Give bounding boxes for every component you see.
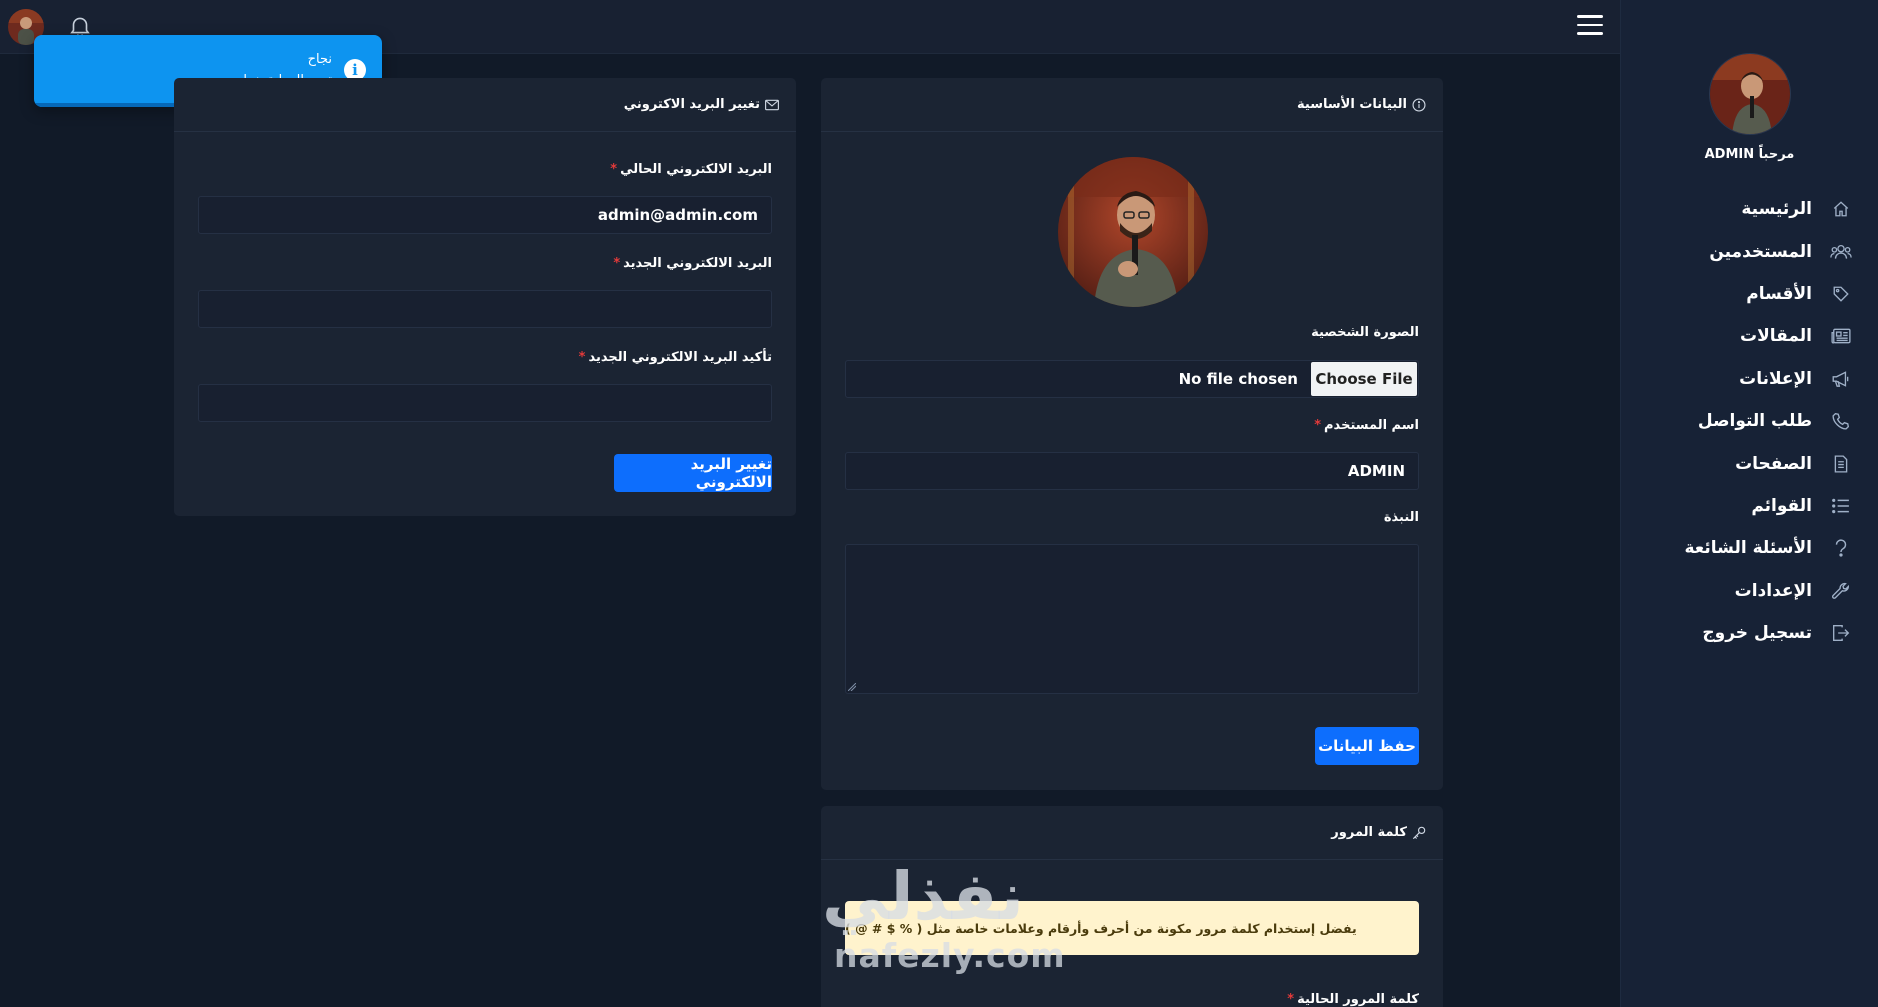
- email-card-title: تغيير البريد الاكتروني: [623, 97, 760, 112]
- sidebar-item-contact[interactable]: طلب التواصل: [1621, 400, 1878, 442]
- home-icon: [1830, 198, 1852, 220]
- key-icon: [1412, 825, 1427, 840]
- sidebar-item-articles[interactable]: المقالات: [1621, 315, 1878, 357]
- sidebar-item-ads[interactable]: الإعلانات: [1621, 358, 1878, 400]
- choose-file-button[interactable]: Choose File: [1311, 362, 1417, 396]
- confirm-email-label-text: تأكيد البريد الالكتروني الجديد: [588, 350, 772, 365]
- username-label-text: اسم المستخدم: [1324, 418, 1419, 433]
- bio-label: النبذة: [1383, 510, 1419, 525]
- sidebar-profile: مرحباً ADMIN: [1621, 0, 1878, 162]
- sidebar-item-pages[interactable]: الصفحات: [1621, 442, 1878, 484]
- photo-label: الصورة الشخصية: [1311, 325, 1419, 340]
- hamburger-menu-icon[interactable]: [1577, 15, 1603, 39]
- password-card: كلمة المرور يفضل إستخدام كلمة مرور مكونة…: [821, 806, 1443, 1007]
- new-email-field[interactable]: [198, 290, 772, 328]
- sidebar-item-label: الصفحات: [1735, 453, 1812, 474]
- current-email-label: البريد الالكتروني الحالي*: [610, 162, 772, 177]
- current-password-label-text: كلمة المرور الحالية: [1297, 992, 1419, 1007]
- sidebar-item-label: المقالات: [1740, 326, 1812, 347]
- sidebar-item-label: الأسئلة الشائعة: [1684, 538, 1813, 559]
- required-mark: *: [578, 350, 586, 365]
- sidebar-nav: الرئيسية المستخدمين الأقسام المقالات الإ…: [1621, 188, 1878, 654]
- menu-bar: [1577, 15, 1603, 18]
- resize-handle-icon[interactable]: [848, 683, 856, 691]
- newspaper-icon: [1830, 325, 1852, 347]
- username-field[interactable]: ADMIN: [845, 452, 1419, 490]
- password-card-header: كلمة المرور: [821, 806, 1443, 860]
- logout-icon: [1830, 622, 1852, 644]
- save-data-button[interactable]: حفظ البيانات: [1315, 727, 1419, 765]
- list-icon: [1830, 495, 1852, 517]
- sidebar-avatar[interactable]: [1708, 53, 1791, 135]
- sidebar-item-label: الرئيسية: [1741, 199, 1812, 220]
- username-label: اسم المستخدم*: [1314, 418, 1419, 433]
- file-status-text: No file chosen: [1178, 370, 1298, 388]
- sidebar-item-categories[interactable]: الأقسام: [1621, 273, 1878, 315]
- required-mark: *: [613, 256, 621, 271]
- basic-info-card: البيانات الأساسية الصورة الشخصية Choose …: [821, 78, 1443, 790]
- sidebar-item-label: الإعدادات: [1734, 580, 1812, 601]
- sidebar: مرحباً ADMIN الرئيسية المستخدمين الأقسام…: [1620, 0, 1878, 1007]
- sidebar-item-home[interactable]: الرئيسية: [1621, 188, 1878, 230]
- megaphone-icon: [1830, 368, 1852, 390]
- current-email-field[interactable]: admin@admin.com: [198, 196, 772, 234]
- question-icon: [1830, 537, 1852, 559]
- wrench-icon: [1830, 580, 1852, 602]
- profile-photo-preview: [1058, 157, 1208, 307]
- confirm-email-label: تأكيد البريد الالكتروني الجديد*: [579, 350, 772, 365]
- toast-title: نجاح: [307, 52, 332, 67]
- tag-icon: [1830, 283, 1852, 305]
- photo-file-input[interactable]: Choose File No file chosen: [845, 360, 1419, 398]
- sidebar-item-settings[interactable]: الإعدادات: [1621, 570, 1878, 612]
- required-mark: *: [1314, 418, 1322, 433]
- sidebar-item-users[interactable]: المستخدمين: [1621, 230, 1878, 272]
- basic-info-title: البيانات الأساسية: [1297, 97, 1407, 112]
- sidebar-item-label: القوائم: [1751, 495, 1812, 516]
- new-email-label-text: البريد الالكتروني الجديد: [623, 256, 772, 271]
- welcome-text: مرحباً ADMIN: [1704, 147, 1795, 162]
- confirm-email-field[interactable]: [198, 384, 772, 422]
- password-hint-alert: يفضل إستخدام كلمة مرور مكونة من أحرف وأر…: [845, 901, 1419, 955]
- email-card-header: تغيير البريد الاكتروني: [174, 78, 796, 132]
- menu-bar: [1577, 32, 1603, 35]
- sidebar-item-menus[interactable]: القوائم: [1621, 485, 1878, 527]
- email-change-card: تغيير البريد الاكتروني البريد الالكتروني…: [174, 78, 796, 516]
- sidebar-item-logout[interactable]: تسجيل خروج: [1621, 612, 1878, 654]
- sidebar-item-label: طلب التواصل: [1697, 411, 1812, 432]
- sidebar-item-label: المستخدمين: [1709, 241, 1812, 262]
- change-email-button[interactable]: تغيير البريد الالكتروني: [614, 454, 772, 492]
- sidebar-item-faq[interactable]: الأسئلة الشائعة: [1621, 527, 1878, 569]
- password-card-title: كلمة المرور: [1331, 825, 1407, 840]
- bio-textarea[interactable]: [845, 544, 1419, 694]
- current-email-label-text: البريد الالكتروني الحالي: [620, 162, 772, 177]
- users-icon: [1830, 241, 1852, 263]
- required-mark: *: [610, 162, 618, 177]
- current-password-label: كلمة المرور الحالية*: [1287, 992, 1419, 1007]
- sidebar-item-label: الإعلانات: [1739, 368, 1812, 389]
- basic-info-header: البيانات الأساسية: [821, 78, 1443, 132]
- info-circle-icon: [1412, 97, 1427, 112]
- page-icon: [1830, 453, 1852, 475]
- phone-icon: [1830, 410, 1852, 432]
- menu-bar: [1577, 23, 1603, 26]
- required-mark: *: [1287, 992, 1295, 1007]
- sidebar-item-label: الأقسام: [1746, 283, 1812, 304]
- sidebar-item-label: تسجيل خروج: [1702, 623, 1812, 644]
- new-email-label: البريد الالكتروني الجديد*: [613, 256, 772, 271]
- envelope-icon: [765, 97, 780, 112]
